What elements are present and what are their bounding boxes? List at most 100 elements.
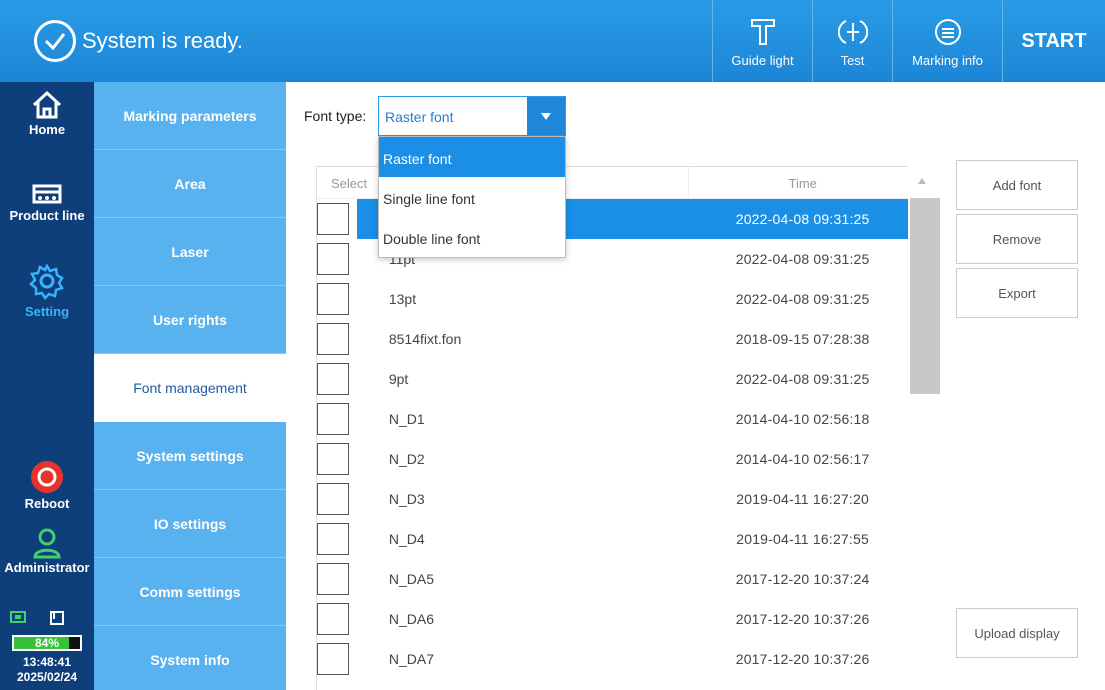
settings-submenu: Marking parameters Area Laser User right… (94, 82, 286, 690)
nav-home[interactable]: Home (0, 88, 94, 137)
font-time: 2017-12-20 10:37:26 (735, 611, 870, 627)
chevron-down-icon[interactable] (527, 97, 565, 135)
font-type-dropdown: Raster font Single line font Double line… (378, 136, 566, 258)
clock-date: 2025/02/24 (16, 670, 78, 684)
marking-info-button[interactable]: Marking info (892, 0, 1002, 82)
font-time: 2014-04-10 02:56:18 (735, 411, 870, 427)
submenu-io-settings[interactable]: IO settings (94, 490, 286, 558)
table-row[interactable]: N_DA7 2017-12-20 10:37:26 (317, 639, 916, 679)
test-button[interactable]: Test (812, 0, 892, 82)
font-time: 2022-04-08 09:31:25 (735, 211, 870, 227)
option-single-line-font[interactable]: Single line font (379, 177, 565, 217)
font-name: N_D3 (388, 491, 425, 507)
row-checkbox[interactable] (317, 643, 349, 675)
left-nav: Home Product line Setting Reboot Adminis… (0, 82, 94, 690)
submenu-comm-settings[interactable]: Comm settings (94, 558, 286, 626)
row-checkbox[interactable] (317, 403, 349, 435)
submenu-area[interactable]: Area (94, 150, 286, 218)
reboot-button[interactable]: Reboot (0, 458, 94, 511)
font-name: N_D1 (388, 411, 425, 427)
guide-light-icon (749, 15, 777, 49)
row-checkbox[interactable] (317, 443, 349, 475)
nav-home-label: Home (28, 122, 66, 137)
reboot-label: Reboot (24, 496, 70, 511)
font-name: 13pt (388, 291, 417, 307)
table-row[interactable]: N_DA6 2017-12-20 10:37:26 (317, 599, 916, 639)
nav-setting[interactable]: Setting (0, 262, 94, 319)
administrator-label: Administrator (4, 560, 90, 575)
upload-display-button[interactable]: Upload display (956, 608, 1078, 658)
header-select: Select (331, 176, 368, 191)
submenu-laser[interactable]: Laser (94, 218, 286, 286)
row-checkbox[interactable] (317, 363, 349, 395)
guide-light-label: Guide light (731, 52, 794, 68)
device-status: 84% 13:48:41 2025/02/24 (0, 610, 94, 685)
row-checkbox[interactable] (317, 603, 349, 635)
table-row[interactable]: N_DA5 2017-12-20 10:37:24 (317, 559, 916, 599)
add-font-button[interactable]: Add font (956, 160, 1078, 210)
marking-info-label: Marking info (912, 52, 983, 68)
export-button[interactable]: Export (956, 268, 1078, 318)
submenu-system-info[interactable]: System info (94, 626, 286, 690)
font-type-select[interactable]: Raster font (378, 96, 566, 136)
table-row[interactable]: N_D4 2019-04-11 16:27:55 (317, 519, 916, 559)
font-type-label: Font type: (304, 108, 367, 124)
font-time: 2022-04-08 09:31:25 (735, 251, 870, 267)
table-row[interactable]: N_D3 2019-04-11 16:27:20 (317, 479, 916, 519)
font-time: 2018-09-15 07:28:38 (735, 331, 870, 347)
clock-time: 13:48:41 (22, 655, 72, 669)
font-name: N_DA6 (388, 611, 434, 627)
table-scrollbar[interactable] (908, 166, 942, 690)
battery-percent: 84% (34, 636, 60, 650)
submenu-user-rights[interactable]: User rights (94, 286, 286, 354)
font-time: 2019-04-11 16:27:20 (736, 491, 869, 507)
row-checkbox[interactable] (317, 483, 349, 515)
product-line-icon (32, 184, 62, 204)
font-time: 2019-04-11 16:27:55 (736, 531, 869, 547)
font-name: N_D4 (388, 531, 425, 547)
table-row[interactable]: 8514fixt.fon 2018-09-15 07:28:38 (317, 319, 916, 359)
scroll-up-icon[interactable] (918, 178, 926, 184)
scroll-thumb[interactable] (910, 198, 940, 394)
guide-light-button[interactable]: Guide light (712, 0, 812, 82)
user-icon (33, 528, 61, 559)
submenu-font-management[interactable]: Font management (94, 354, 286, 422)
gear-icon (29, 263, 64, 300)
row-checkbox[interactable] (317, 283, 349, 315)
status-text: System is ready. (82, 28, 243, 53)
option-raster-font[interactable]: Raster font (379, 137, 565, 177)
row-checkbox[interactable] (317, 563, 349, 595)
nav-product-line[interactable]: Product line (0, 182, 94, 223)
table-row[interactable]: 9pt 2022-04-08 09:31:25 (317, 359, 916, 399)
test-icon (837, 15, 868, 49)
nav-setting-label: Setting (24, 304, 70, 319)
font-name: 8514fixt.fon (388, 331, 462, 347)
table-row[interactable]: 13pt 2022-04-08 09:31:25 (317, 279, 916, 319)
font-time: 2022-04-08 09:31:25 (735, 371, 870, 387)
font-time: 2017-12-20 10:37:24 (735, 571, 870, 587)
usb-icon (10, 610, 28, 629)
marking-info-icon (933, 15, 963, 49)
row-checkbox[interactable] (317, 203, 349, 235)
submenu-system-settings[interactable]: System settings (94, 422, 286, 490)
row-checkbox[interactable] (317, 323, 349, 355)
option-double-line-font[interactable]: Double line font (379, 217, 565, 257)
table-row[interactable]: N_D1 2014-04-10 02:56:18 (317, 399, 916, 439)
user-administrator[interactable]: Administrator (0, 526, 94, 575)
font-time: 2014-04-10 02:56:17 (735, 451, 870, 467)
table-row[interactable]: N_D2 2014-04-10 02:56:17 (317, 439, 916, 479)
font-name: N_DA5 (388, 571, 434, 587)
font-name: 9pt (388, 371, 409, 387)
battery-indicator: 84% (12, 635, 82, 651)
row-checkbox[interactable] (317, 243, 349, 275)
font-time: 2022-04-08 09:31:25 (735, 291, 870, 307)
test-label: Test (840, 52, 865, 68)
power-icon (31, 461, 63, 493)
submenu-marking-parameters[interactable]: Marking parameters (94, 82, 286, 150)
device-icon (48, 610, 66, 629)
font-time: 2017-12-20 10:37:26 (735, 651, 870, 667)
row-checkbox[interactable] (317, 523, 349, 555)
top-bar: System is ready. Guide light Test Markin… (0, 0, 1105, 82)
start-button[interactable]: START (1002, 0, 1105, 82)
remove-button[interactable]: Remove (956, 214, 1078, 264)
